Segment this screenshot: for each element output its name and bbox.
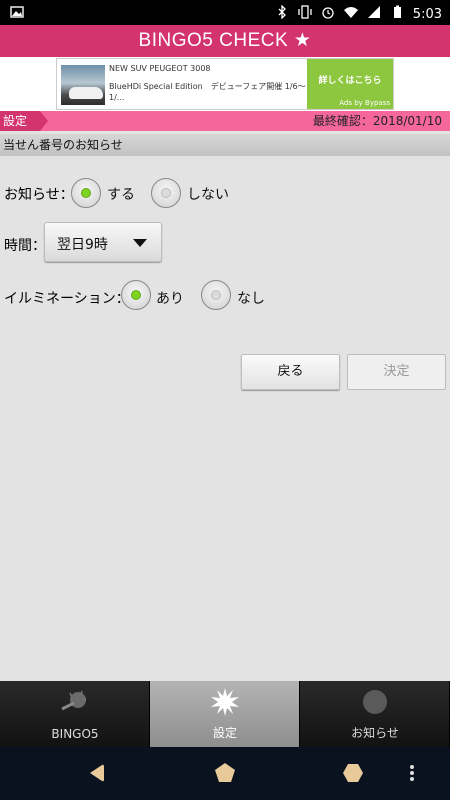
settings-burst-icon: [211, 688, 239, 716]
signal-icon: [367, 5, 381, 23]
more-vert-icon[interactable]: [402, 759, 422, 787]
back-button[interactable]: 戻る: [241, 354, 340, 390]
notify-on-label[interactable]: する: [107, 184, 135, 204]
time-label: 時間：: [4, 238, 46, 254]
tab-notice-label: お知らせ: [351, 726, 399, 740]
app-title: BINGO5 CHECK ★: [0, 25, 450, 57]
ad-area: NEW SUV PEUGEOT 3008 BlueHDi Special Edi…: [0, 57, 450, 111]
decide-button[interactable]: 決定: [347, 354, 446, 390]
caret-down-icon: [133, 239, 147, 247]
illumination-on-radio[interactable]: [121, 280, 151, 310]
system-nav-bar: [0, 747, 450, 800]
illumination-label: イルミネーション：: [4, 291, 130, 307]
tab-notice[interactable]: お知らせ: [300, 681, 450, 747]
vibrate-icon: [298, 5, 312, 23]
ad-cta-label: 詳しくはこちら: [318, 76, 382, 86]
notice-circle-icon: [363, 690, 387, 714]
tab-settings-label: 設定: [212, 726, 237, 740]
status-bar: 5:03: [0, 0, 450, 25]
notify-label: お知らせ：: [4, 187, 74, 203]
ad-car-image: [61, 65, 105, 105]
notify-off-radio[interactable]: [151, 178, 181, 208]
notify-on-radio[interactable]: [71, 178, 101, 208]
last-check-date: 最終確認：2018/01/10: [312, 114, 442, 128]
time-select[interactable]: 翌日9時: [44, 222, 162, 262]
clock-text: 5:03: [412, 6, 442, 22]
page-tag: 設定: [0, 111, 48, 131]
wifi-icon: [343, 5, 358, 23]
bluetooth-icon: [275, 5, 289, 23]
section-title: 当せん番号のお知らせ: [0, 134, 450, 156]
illumination-on-label[interactable]: あり: [156, 288, 184, 308]
back-nav-icon[interactable]: [82, 759, 110, 787]
recents-nav-icon[interactable]: [339, 759, 367, 787]
ad-title: NEW SUV PEUGEOT 3008: [109, 64, 211, 73]
page-header: 設定 最終確認：2018/01/10: [0, 111, 450, 131]
ad-by-label: Ads by Bypass: [339, 99, 390, 107]
illumination-off-radio[interactable]: [201, 280, 231, 310]
bingo-ball-icon: [61, 690, 87, 711]
illumination-off-label[interactable]: なし: [237, 288, 265, 308]
tab-settings[interactable]: 設定: [150, 681, 300, 747]
ad-cta-button[interactable]: 詳しくはこちら Ads by Bypass: [307, 59, 393, 109]
tab-bingo5-label: BINGO5: [51, 727, 99, 741]
ad-body: BlueHDi Special Edition デビューフェア開催 1/6〜1/…: [109, 82, 306, 102]
battery-icon: [390, 5, 404, 23]
ad-banner[interactable]: NEW SUV PEUGEOT 3008 BlueHDi Special Edi…: [56, 58, 394, 110]
notify-off-label[interactable]: しない: [187, 184, 229, 204]
tab-bingo5[interactable]: BINGO5: [0, 681, 150, 747]
tab-bar: BINGO5 設定 お知らせ: [0, 681, 450, 747]
alarm-icon: [321, 5, 335, 23]
image-notification-icon: [10, 5, 24, 23]
time-select-value: 翌日9時: [57, 237, 108, 253]
home-nav-icon[interactable]: [211, 759, 239, 787]
